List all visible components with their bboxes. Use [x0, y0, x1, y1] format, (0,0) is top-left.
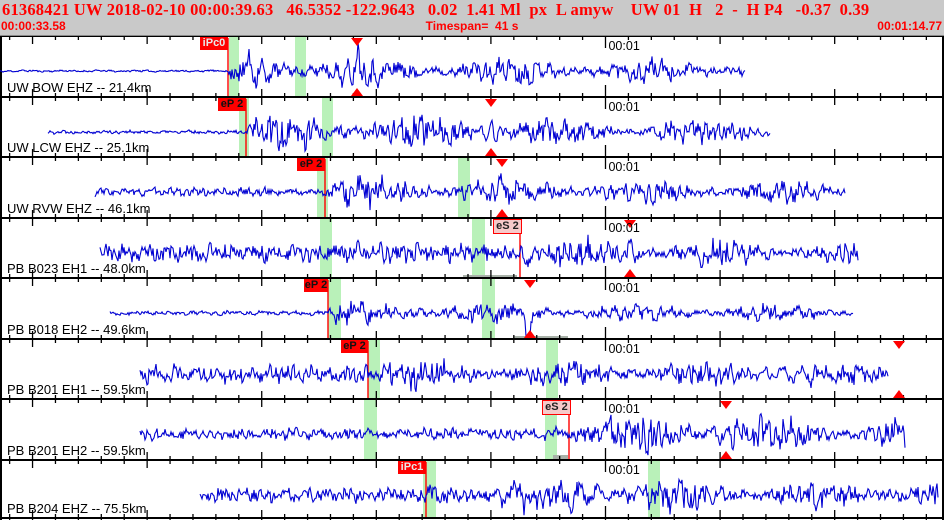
highlight-band [482, 279, 495, 338]
highlight-band [364, 400, 377, 459]
highlight-band [295, 37, 306, 96]
event-header: 61368421 UW 2018-02-10 00:00:39.63 46.53… [0, 0, 944, 36]
highlight-band [472, 219, 485, 277]
phase-flag[interactable]: eP 2 [218, 98, 246, 111]
minute-label: 00:01 [608, 402, 640, 416]
phase-flag[interactable]: eP 2 [297, 158, 325, 171]
arrival-marker-up-icon [624, 269, 636, 277]
seismogram-trace[interactable] [199, 477, 939, 516]
minute-label: 00:01 [608, 221, 640, 235]
station-label: UW RVW EHZ -- 46.1km [7, 201, 151, 216]
arrival-marker-up-icon [893, 390, 905, 398]
arrival-marker-down-icon [351, 38, 363, 46]
station-label: PB B018 EH2 -- 49.6km [7, 322, 146, 337]
minute-label: 00:01 [608, 463, 640, 477]
seismogram-trace[interactable] [47, 114, 771, 154]
minute-label: 00:01 [608, 160, 640, 174]
highlight-band [368, 340, 380, 398]
time-window-bar: 00:00:33.58 Timespan= 41 s 00:01:14.77 [0, 19, 944, 35]
highlight-band [229, 37, 239, 96]
arrival-marker-down-icon [496, 159, 508, 167]
arrival-marker-down-icon [485, 99, 497, 107]
phase-flag[interactable]: eS 2 [542, 400, 571, 415]
minute-label: 00:01 [608, 342, 640, 356]
phase-flag[interactable]: eP 2 [304, 279, 328, 292]
station-label: UW BOW EHZ -- 21.4km [7, 80, 152, 95]
arrival-marker-up-icon [720, 451, 732, 459]
station-label: PB B201 EH1 -- 59.5km [7, 382, 146, 397]
gray-selection-bar [553, 455, 568, 459]
arrival-marker-down-icon [893, 341, 905, 349]
phase-flag[interactable]: eP 2 [341, 340, 368, 353]
highlight-band [322, 98, 333, 156]
highlight-band [320, 219, 332, 277]
minute-label: 00:01 [608, 39, 640, 53]
phase-flag[interactable]: iPc0 [200, 37, 228, 50]
seismogram-trace[interactable] [139, 358, 889, 392]
phase-flag[interactable]: iPc1 [398, 461, 426, 474]
seismogram-trace[interactable] [109, 300, 854, 338]
station-label: PB B204 EHZ -- 75.5km [7, 501, 147, 516]
phase-flag[interactable]: eS 2 [493, 219, 522, 234]
station-label: PB B023 EH1 -- 48.0km [7, 261, 146, 276]
arrival-marker-down-icon [720, 401, 732, 409]
seismogram-trace[interactable] [139, 412, 906, 456]
station-label: PB B201 EH2 -- 59.5km [7, 443, 146, 458]
timespan-label: Timespan= 41 s [425, 19, 519, 33]
arrival-marker-up-icon [485, 148, 497, 156]
window-end-time: 00:01:14.77 [877, 19, 942, 33]
waveform-viewer: 61368421 UW 2018-02-10 00:00:39.63 46.53… [0, 0, 944, 520]
minute-label: 00:01 [608, 100, 640, 114]
event-summary: 61368421 UW 2018-02-10 00:00:39.63 46.53… [2, 0, 870, 19]
station-label: UW LCW EHZ -- 25.1km [7, 140, 150, 155]
arrival-marker-down-icon [524, 280, 536, 288]
arrival-marker-up-icon [351, 88, 363, 96]
minute-label: 00:01 [608, 281, 640, 295]
arrival-marker-up-icon [496, 209, 508, 217]
